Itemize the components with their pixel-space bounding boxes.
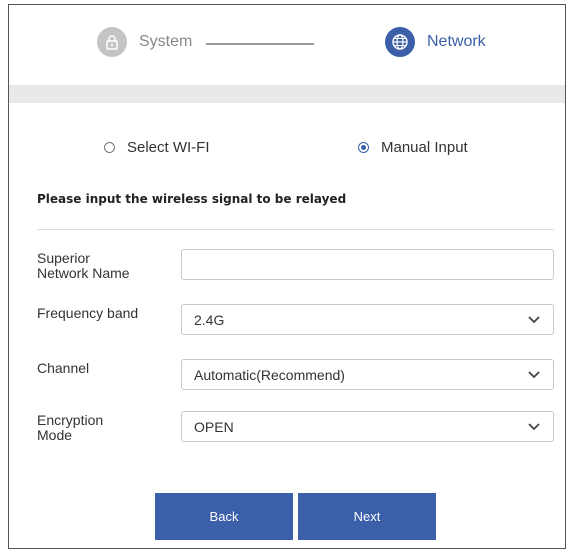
encryption-mode-value: OPEN — [194, 418, 234, 435]
chevron-down-icon — [527, 420, 541, 434]
wizard-stepper: System Network — [9, 5, 565, 81]
wizard-panel: System Network Select WI-FI Manual Input… — [8, 4, 566, 549]
frequency-band-select[interactable]: 2.4G — [181, 304, 554, 335]
instruction-text: Please input the wireless signal to be r… — [37, 192, 347, 206]
radio-checked-icon[interactable] — [358, 142, 369, 153]
encryption-mode-label-line1: Encryption — [37, 412, 104, 428]
encryption-mode-select[interactable]: OPEN — [181, 411, 554, 442]
frequency-band-value: 2.4G — [194, 311, 225, 328]
step-network-label: Network — [427, 33, 486, 50]
radio-select-wifi[interactable]: Select WI-FI — [104, 139, 210, 156]
next-button[interactable]: Next — [298, 493, 436, 540]
radio-manual-input-label: Manual Input — [381, 139, 468, 156]
channel-select[interactable]: Automatic(Recommend) — [181, 359, 554, 390]
globe-icon — [385, 27, 415, 57]
radio-manual-input[interactable]: Manual Input — [358, 139, 468, 156]
back-button[interactable]: Back — [155, 493, 293, 540]
encryption-mode-label: Encryption Mode — [37, 413, 167, 443]
radio-select-wifi-label: Select WI-FI — [127, 139, 210, 156]
network-name-input[interactable] — [181, 249, 554, 280]
chevron-down-icon — [527, 368, 541, 382]
chevron-down-icon — [527, 313, 541, 327]
encryption-mode-label-line2: Mode — [37, 427, 73, 443]
section-divider-band — [9, 85, 565, 103]
step-network: Network — [385, 27, 486, 57]
channel-value: Automatic(Recommend) — [194, 366, 345, 383]
step-system-label: System — [139, 33, 193, 50]
divider — [37, 229, 554, 230]
radio-unchecked-icon[interactable] — [104, 142, 115, 153]
network-name-label: Superior Network Name — [37, 251, 167, 281]
step-system: System — [97, 27, 192, 57]
lock-icon — [97, 27, 127, 57]
network-name-label-line2: Network Name — [37, 265, 130, 281]
network-name-label-line1: Superior — [37, 250, 90, 266]
frequency-band-label: Frequency band — [37, 305, 139, 321]
channel-label: Channel — [37, 360, 90, 376]
step-connector — [206, 43, 314, 45]
